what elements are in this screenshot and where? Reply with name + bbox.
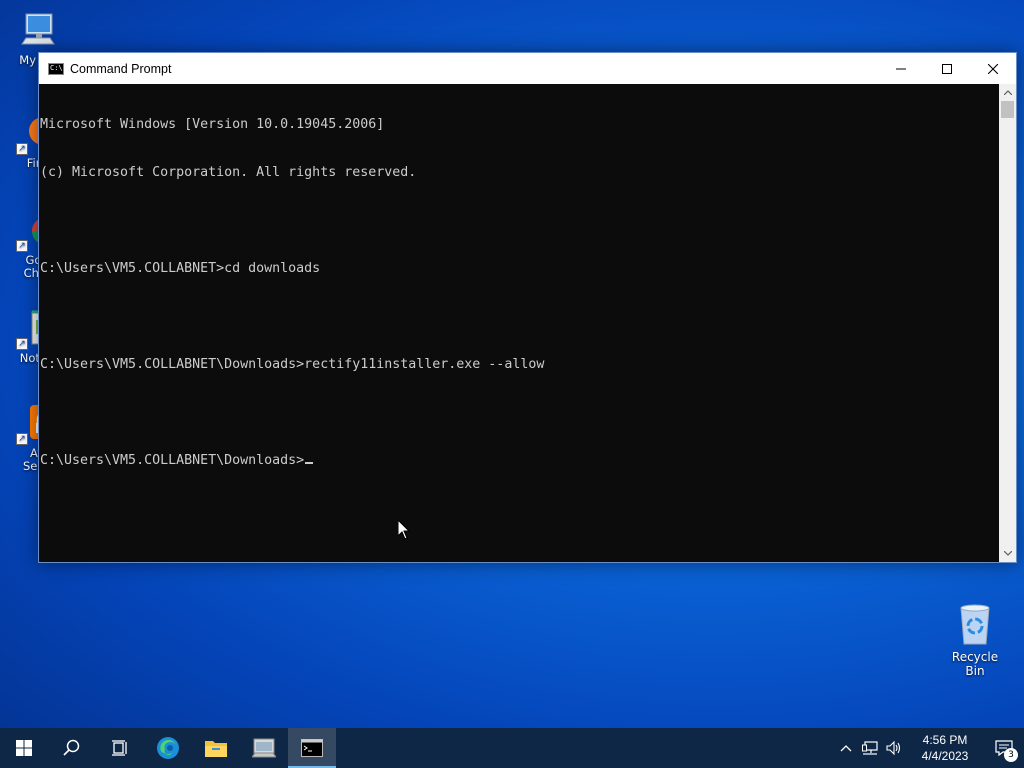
close-button[interactable] xyxy=(970,53,1016,84)
network-button[interactable] xyxy=(858,728,882,768)
console-prompt-line: C:\Users\VM5.COLLABNET\Downloads> xyxy=(40,453,999,469)
close-icon xyxy=(988,63,998,74)
command-prompt-window[interactable]: C:\ Command Prompt Microsoft Windows [Ve… xyxy=(38,52,1017,563)
text-cursor xyxy=(305,462,314,464)
app-window-icon xyxy=(252,738,276,758)
console-line: C:\Users\VM5.COLLABNET\Downloads>rectify… xyxy=(40,357,545,372)
recycle-bin-label: Recycle Bin xyxy=(951,650,999,678)
edge-icon xyxy=(157,737,179,759)
console-line: Microsoft Windows [Version 10.0.19045.20… xyxy=(40,117,385,132)
console-line: (c) Microsoft Corporation. All rights re… xyxy=(40,165,417,180)
start-button[interactable] xyxy=(0,728,48,768)
folder-icon xyxy=(205,741,227,757)
console-output[interactable]: Microsoft Windows [Version 10.0.19045.20… xyxy=(39,84,999,562)
taskbar: 4:56 PM 4/4/2023 3 xyxy=(0,728,1024,768)
taskbar-file-explorer[interactable] xyxy=(192,728,240,768)
maximize-button[interactable] xyxy=(924,53,970,84)
speaker-icon xyxy=(886,741,901,755)
clock[interactable]: 4:56 PM 4/4/2023 xyxy=(906,732,984,764)
cmd-icon: C:\ xyxy=(48,62,64,75)
scroll-thumb[interactable] xyxy=(1001,101,1014,118)
scroll-up-button[interactable] xyxy=(999,84,1016,101)
mouse-pointer-icon xyxy=(398,520,410,540)
minimize-button[interactable] xyxy=(878,53,924,84)
cmd-icon xyxy=(301,739,323,757)
window-title: Command Prompt xyxy=(70,61,172,76)
vertical-scrollbar[interactable] xyxy=(999,84,1016,562)
computer-icon xyxy=(16,10,58,52)
taskbar-command-prompt[interactable] xyxy=(288,728,336,768)
action-center-button[interactable]: 3 xyxy=(984,728,1024,768)
task-view-button[interactable] xyxy=(96,728,144,768)
minimize-icon xyxy=(896,68,906,69)
clock-date: 4/4/2023 xyxy=(921,749,969,763)
shortcut-arrow-icon: ↗ xyxy=(16,433,28,445)
scroll-down-button[interactable] xyxy=(999,545,1016,562)
chevron-down-icon xyxy=(1003,551,1012,556)
system-tray: 4:56 PM 4/4/2023 3 xyxy=(834,728,1024,768)
network-icon xyxy=(862,741,878,755)
recycle-bin-icon xyxy=(953,602,997,646)
taskbar-edge[interactable] xyxy=(144,728,192,768)
volume-button[interactable] xyxy=(882,728,906,768)
notification-badge: 3 xyxy=(1004,748,1018,762)
shortcut-arrow-icon: ↗ xyxy=(16,143,28,155)
shortcut-arrow-icon: ↗ xyxy=(16,240,28,252)
chevron-up-icon xyxy=(1003,90,1012,95)
search-icon xyxy=(63,739,80,756)
show-hidden-icons-button[interactable] xyxy=(834,728,858,768)
windows-logo-icon xyxy=(16,740,32,756)
shortcut-arrow-icon: ↗ xyxy=(16,338,28,350)
search-button[interactable] xyxy=(48,728,96,768)
console-line: C:\Users\VM5.COLLABNET>cd downloads xyxy=(40,261,321,276)
window-titlebar[interactable]: C:\ Command Prompt xyxy=(39,53,1016,84)
chevron-up-icon xyxy=(840,745,852,752)
maximize-icon xyxy=(942,63,952,74)
console-prompt: C:\Users\VM5.COLLABNET\Downloads> xyxy=(40,453,305,468)
task-view-icon xyxy=(112,740,127,756)
desktop-icon-recycle-bin[interactable]: Recycle Bin xyxy=(942,602,1008,678)
clock-time: 4:56 PM xyxy=(922,733,968,747)
taskbar-app[interactable] xyxy=(240,728,288,768)
